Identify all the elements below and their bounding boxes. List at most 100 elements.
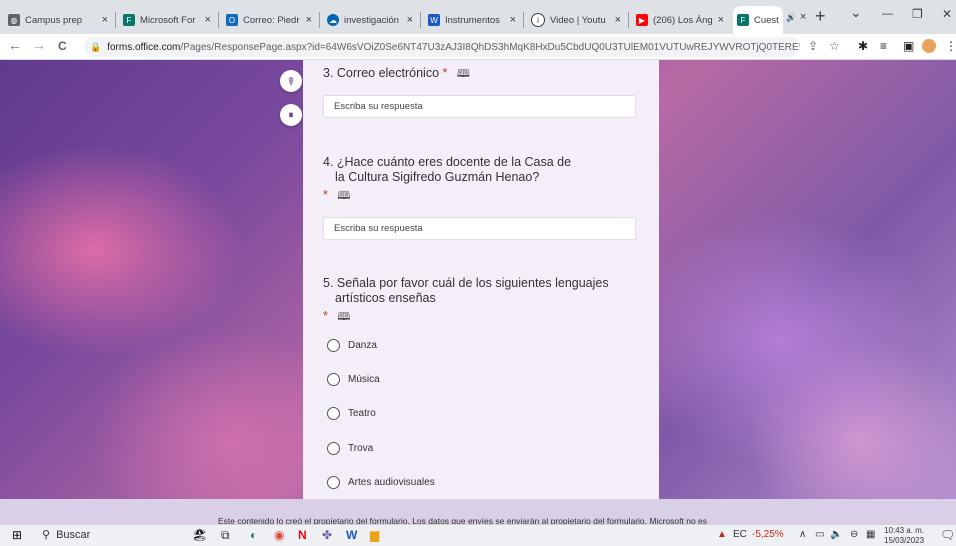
read-aloud-icon[interactable]: 🕮 xyxy=(337,189,350,204)
tab-cuestionario-active[interactable]: F Cuestion xyxy=(733,6,783,34)
chrome-icon[interactable]: ◉ xyxy=(274,528,284,542)
option-musica[interactable]: Música xyxy=(327,373,380,386)
notification-app-icon[interactable]: ▦ xyxy=(866,529,875,540)
tab-label: Cuestion xyxy=(754,14,779,26)
back-button[interactable]: ← xyxy=(8,37,22,53)
forms-icon: F xyxy=(737,14,749,26)
tab-label: Instrumentos xyxy=(445,14,500,26)
notifications-icon[interactable]: 🗨 xyxy=(940,528,955,542)
restore-button[interactable]: ❐ xyxy=(912,7,923,21)
tab-close-icon[interactable]: × xyxy=(205,14,211,26)
onedrive-icon: ☁ xyxy=(327,14,339,26)
new-tab-button[interactable]: + xyxy=(815,6,826,27)
url-host: forms.office.com xyxy=(107,41,181,53)
required-mark: * xyxy=(323,188,328,202)
globe-icon: ◍ xyxy=(8,14,20,26)
option-trova[interactable]: Trova xyxy=(327,442,373,455)
option-teatro[interactable]: Teatro xyxy=(327,407,376,420)
forms-icon: F xyxy=(123,14,135,26)
tab-campus[interactable]: ◍ Campus prep × xyxy=(2,6,114,34)
profile-avatar[interactable] xyxy=(922,39,936,53)
taskbar-search[interactable]: ⚲ Buscar xyxy=(42,528,90,542)
tab-correo[interactable]: O Correo: Piedr × xyxy=(220,6,318,34)
question-4-answer-input[interactable]: Escriba su respuesta xyxy=(323,217,636,240)
reading-list-icon[interactable]: ≡ xyxy=(880,39,887,53)
edge-icon[interactable]: ◐ xyxy=(250,528,257,542)
tab-video-youtube[interactable]: i Video | Youtu × xyxy=(525,6,627,34)
radio-button[interactable] xyxy=(327,339,340,352)
tab-investigacion[interactable]: ☁ investigación × xyxy=(321,6,419,34)
address-bar[interactable]: 🔒 forms.office.com/Pages/ResponsePage.as… xyxy=(84,37,800,57)
minimize-button[interactable]: — xyxy=(882,8,893,20)
youtube-icon: ▶ xyxy=(636,14,648,26)
tab-close-icon[interactable]: × xyxy=(102,14,108,26)
radio-button[interactable] xyxy=(327,476,340,489)
browser-toolbar: ← → C 🔒 forms.office.com/Pages/ResponseP… xyxy=(0,34,956,60)
side-panel-icon[interactable]: ▣ xyxy=(903,39,914,53)
stock-icon[interactable]: ▲ xyxy=(717,529,727,540)
tab-microsoft-forms[interactable]: F Microsoft For × xyxy=(117,6,217,34)
tab-strip: ◍ Campus prep × F Microsoft For × O Corr… xyxy=(0,0,956,34)
accessibility-icon[interactable]: ☤ xyxy=(280,70,302,92)
form-page: ☤ ⏸ 3. Correo electrónico * 🕮 Escriba su… xyxy=(0,60,956,499)
extensions-icon[interactable]: ✱ xyxy=(858,39,868,53)
file-explorer-icon[interactable]: ▆ xyxy=(370,528,379,542)
forward-button[interactable]: → xyxy=(32,37,46,53)
tab-close-icon[interactable]: × xyxy=(510,14,516,26)
app-icon[interactable]: ✤ xyxy=(322,528,332,542)
widgets-icon[interactable]: 🏖 xyxy=(192,528,207,542)
tab-close-icon[interactable]: × xyxy=(306,14,312,26)
question-5-title: 5. Señala por favor cuál de los siguient… xyxy=(323,276,609,325)
immersive-reader-icon[interactable]: ⏸ xyxy=(280,104,302,126)
option-danza[interactable]: Danza xyxy=(327,339,377,352)
lock-icon: 🔒 xyxy=(90,41,102,52)
windows-start-icon[interactable]: ⊞ xyxy=(12,528,22,542)
tab-label: Video | Youtu xyxy=(550,14,606,26)
outlook-icon: O xyxy=(226,14,238,26)
url-path: /Pages/ResponsePage.aspx?id=64W6sVOiZ0Se… xyxy=(180,41,800,53)
option-artes-audiovisuales[interactable]: Artes audiovisuales xyxy=(327,476,435,489)
tab-close-icon[interactable]: × xyxy=(615,14,621,26)
required-mark: * xyxy=(323,309,328,323)
clock[interactable]: 10:43 a. m. 15/03/2023 xyxy=(884,526,924,546)
tab-los-angeles[interactable]: ▶ (206) Los Áng × xyxy=(630,6,730,34)
tab-label: Microsoft For xyxy=(140,14,196,26)
tab-label: Correo: Piedr xyxy=(243,14,300,26)
tab-instrumentos[interactable]: W Instrumentos × xyxy=(422,6,522,34)
radio-button[interactable] xyxy=(327,373,340,386)
bookmark-star-icon[interactable]: ☆ xyxy=(829,39,840,53)
read-aloud-icon[interactable]: 🕮 xyxy=(337,310,350,325)
required-mark: * xyxy=(442,66,448,80)
reload-button[interactable]: C xyxy=(58,39,67,53)
close-window-button[interactable]: ✕ xyxy=(942,7,952,21)
task-view-icon[interactable]: ⧉ xyxy=(221,528,230,543)
radio-button[interactable] xyxy=(327,442,340,455)
question-4-title: 4. ¿Hace cuánto eres docente de la Casa … xyxy=(323,155,572,204)
word-icon: W xyxy=(428,14,440,26)
search-icon: ⚲ xyxy=(42,529,51,541)
share-icon[interactable]: ⇪ xyxy=(808,39,818,53)
battery-icon[interactable]: ▭ xyxy=(815,529,824,540)
word-app-icon[interactable]: W xyxy=(346,528,357,542)
radio-button[interactable] xyxy=(327,407,340,420)
hidden-icons-chevron-icon[interactable]: ∧ xyxy=(799,529,806,540)
tab-label: Campus prep xyxy=(25,14,83,26)
volume-icon[interactable]: 🔈 xyxy=(830,529,842,540)
tab-close-icon[interactable]: × xyxy=(407,14,413,26)
tab-label: (206) Los Áng xyxy=(653,14,713,26)
language-icon[interactable]: ⊖ xyxy=(850,529,858,540)
form-footer: Este contenido lo creó el propietario de… xyxy=(0,499,956,524)
tab-label: investigación xyxy=(344,14,399,26)
stock-change: -5,25% xyxy=(752,529,784,540)
tab-search-chevron-icon[interactable]: ⌄ xyxy=(850,4,862,21)
info-icon: i xyxy=(531,13,545,27)
tab-close-icon[interactable]: × xyxy=(800,11,806,23)
menu-icon[interactable]: ⋮ xyxy=(945,39,956,53)
audio-icon[interactable]: 🔊 xyxy=(786,13,796,22)
question-3-answer-input[interactable]: Escriba su respuesta xyxy=(323,95,636,118)
tab-close-icon[interactable]: × xyxy=(718,14,724,26)
netflix-icon[interactable]: N xyxy=(298,528,307,542)
read-aloud-icon[interactable]: 🕮 xyxy=(457,67,470,82)
disclaimer-text: Este contenido lo creó el propietario de… xyxy=(218,516,708,524)
stock-label: EC xyxy=(733,529,747,540)
